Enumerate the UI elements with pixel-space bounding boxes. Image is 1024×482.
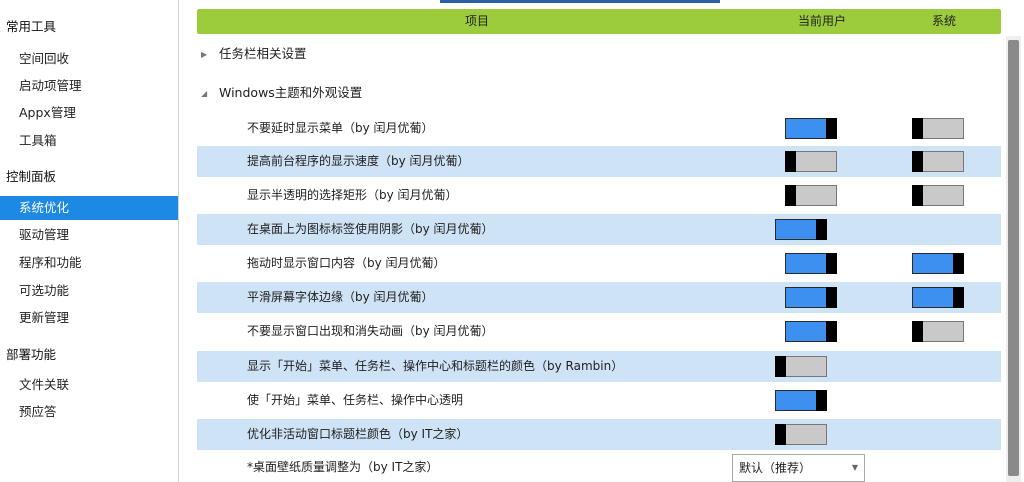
toggle-knob (953, 253, 964, 274)
row-label: 优化非活动窗口标题栏颜色（by IT之家） (247, 427, 469, 441)
toggle-knob (826, 253, 837, 274)
group-title-control-panel: 控制面板 (6, 169, 57, 184)
user-toggle[interactable] (785, 253, 837, 274)
vertical-scrollbar[interactable] (1006, 36, 1021, 482)
toggle-knob (826, 118, 837, 139)
table-row: 拖动时显示窗口内容（by 闰月优葡） (197, 248, 1001, 279)
toggle-fill (776, 220, 816, 239)
row-label: 显示「开始」菜单、任务栏、操作中心和标题栏的颜色（by Rambin） (247, 359, 624, 373)
sidebar-item-toolbox[interactable]: 工具箱 (0, 129, 178, 153)
system-toggle[interactable] (912, 151, 964, 172)
single-toggle[interactable] (775, 390, 827, 411)
user-toggle[interactable] (785, 287, 837, 308)
toggle-fill (786, 119, 826, 138)
table-row: 显示「开始」菜单、任务栏、操作中心和标题栏的颜色（by Rambin） (197, 351, 1001, 382)
single-toggle[interactable] (775, 219, 827, 240)
sidebar-item-preanswer[interactable]: 预应答 (0, 400, 178, 424)
row-label: 平滑屏幕字体边缘（by 闰月优葡） (247, 290, 434, 304)
user-toggle[interactable] (785, 185, 837, 206)
table-row: 显示半透明的选择矩形（by 闰月优葡） (197, 180, 1001, 211)
section-theme[interactable]: ◢ Windows主题和外观设置 (197, 82, 362, 104)
sidebar-item-driver-manager[interactable]: 驱动管理 (0, 223, 178, 247)
group-title-deploy: 部署功能 (6, 347, 57, 362)
dropdown-value: 默认（推荐） (739, 461, 812, 475)
toggle-knob (816, 390, 827, 411)
group-title-common-tools: 常用工具 (6, 19, 57, 34)
header-current-user: 当前用户 (797, 14, 846, 28)
row-label: *桌面壁纸质量调整为（by IT之家） (247, 460, 439, 474)
scrollbar-thumb[interactable] (1008, 40, 1019, 476)
sidebar-item-programs-features[interactable]: 程序和功能 (0, 251, 178, 275)
toggle-fill (786, 254, 826, 273)
toggle-fill (786, 288, 826, 307)
section-taskbar[interactable]: ▶ 任务栏相关设置 (197, 43, 307, 65)
expand-arrow-icon[interactable]: ▶ (201, 44, 219, 66)
toggle-knob (785, 185, 796, 206)
single-toggle[interactable] (775, 356, 827, 377)
toggle-fill (776, 391, 816, 410)
table-row: *桌面壁纸质量调整为（by IT之家） 默认（推荐） ▼ (197, 452, 1001, 482)
toggle-knob (826, 287, 837, 308)
sidebar-item-update-manager[interactable]: 更新管理 (0, 306, 178, 330)
sidebar-item-file-association[interactable]: 文件关联 (0, 373, 178, 397)
table-row: 在桌面上为图标标签使用阴影（by 闰月优葡） (197, 214, 1001, 245)
table-row: 不要显示窗口出现和消失动画（by 闰月优葡） (197, 316, 1001, 347)
toggle-knob (912, 151, 923, 172)
toggle-knob (785, 151, 796, 172)
collapse-arrow-icon[interactable]: ◢ (201, 83, 219, 105)
toggle-fill (786, 322, 826, 341)
system-toggle[interactable] (912, 118, 964, 139)
table-row: 使「开始」菜单、任务栏、操作中心透明 (197, 385, 1001, 416)
toggle-knob (912, 185, 923, 206)
row-label: 提高前台程序的显示速度（by 闰月优葡） (247, 154, 470, 168)
table-row: 优化非活动窗口标题栏颜色（by IT之家） (197, 419, 1001, 450)
section-theme-label: Windows主题和外观设置 (219, 85, 363, 100)
main-panel: 项目 当前用户 系统 ▶ 任务栏相关设置 ◢ Windows主题和外观设置 不要延时… (180, 0, 1024, 482)
toggle-knob (775, 356, 786, 377)
sidebar-item-startup-manager[interactable]: 启动项管理 (0, 74, 178, 98)
table-header: 项目 当前用户 系统 (197, 9, 1001, 34)
header-item: 项目 (464, 14, 489, 28)
toggle-knob (912, 321, 923, 342)
table-row: 提高前台程序的显示速度（by 闰月优葡） (197, 146, 1001, 177)
header-system: 系统 (931, 14, 956, 28)
user-toggle[interactable] (785, 151, 837, 172)
system-toggle[interactable] (912, 321, 964, 342)
row-label: 使「开始」菜单、任务栏、操作中心透明 (247, 393, 464, 407)
toggle-knob (912, 118, 923, 139)
single-toggle[interactable] (775, 424, 827, 445)
toggle-knob (953, 287, 964, 308)
table-row: 平滑屏幕字体边缘（by 闰月优葡） (197, 282, 1001, 313)
system-toggle[interactable] (912, 287, 964, 308)
user-toggle[interactable] (785, 321, 837, 342)
sidebar-item-space-reclaim[interactable]: 空间回收 (0, 47, 178, 71)
row-label: 拖动时显示窗口内容（by 闰月优葡） (247, 256, 446, 270)
toggle-fill (913, 254, 953, 273)
chevron-down-icon: ▼ (851, 463, 858, 472)
row-label: 不要显示窗口出现和消失动画（by 闰月优葡） (247, 324, 494, 338)
top-accent-line (440, 0, 720, 3)
user-toggle[interactable] (785, 118, 837, 139)
sidebar-item-appx-manager[interactable]: Appx管理 (0, 101, 178, 125)
toggle-knob (775, 424, 786, 445)
sidebar: 常用工具 空间回收 启动项管理 Appx管理 工具箱 控制面板 系统优化 驱动管… (0, 0, 179, 482)
wallpaper-quality-dropdown[interactable]: 默认（推荐） ▼ (732, 454, 865, 482)
system-toggle[interactable] (912, 185, 964, 206)
row-label: 不要延时显示菜单（by 闰月优葡） (247, 121, 434, 135)
toggle-fill (913, 288, 953, 307)
table-row: 不要延时显示菜单（by 闰月优葡） (197, 113, 1001, 144)
row-label: 在桌面上为图标标签使用阴影（by 闰月优葡） (247, 222, 494, 236)
toggle-knob (826, 321, 837, 342)
toggle-knob (816, 219, 827, 240)
sidebar-item-optional-features[interactable]: 可选功能 (0, 279, 178, 303)
system-toggle[interactable] (912, 253, 964, 274)
row-label: 显示半透明的选择矩形（by 闰月优葡） (247, 188, 458, 202)
section-taskbar-label: 任务栏相关设置 (219, 46, 307, 61)
sidebar-item-system-optimize[interactable]: 系统优化 (0, 196, 178, 220)
